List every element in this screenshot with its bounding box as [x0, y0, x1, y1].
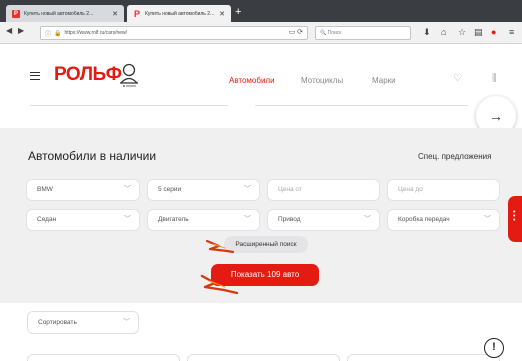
model-select-value: 5 серии — [158, 186, 182, 193]
drive-select-value: Привод — [278, 216, 301, 223]
browser-tab-title: Купить новый автомобиль 2... — [145, 10, 215, 17]
chevron-down-icon: ﹀ — [244, 186, 251, 193]
brand-select[interactable]: BMW ﹀ — [26, 179, 140, 201]
nav-brands[interactable]: Марки — [372, 76, 396, 85]
rolf-p-favicon-icon: P — [133, 8, 140, 19]
special-offers-link[interactable]: Спец. предложения — [418, 152, 491, 161]
price-to-input[interactable]: Цена до — [387, 179, 500, 201]
forward-icon[interactable]: ▶ — [18, 26, 24, 35]
model-select[interactable]: 5 серии ﹀ — [147, 179, 260, 201]
annotation-scribble-icon — [205, 239, 235, 254]
browser-tab-1[interactable]: Р Купить новый автомобиль 2... ✕ — [6, 5, 124, 22]
gearbox-select-value: Коробка передач — [398, 216, 450, 223]
browser-tab-title: Купить новый автомобиль 2... — [24, 10, 94, 17]
body-type-select[interactable]: Седан ﹀ — [26, 209, 140, 231]
gearbox-select[interactable]: Коробка передач ﹀ — [387, 209, 500, 231]
page-title: Автомобили в наличии — [28, 149, 157, 163]
car-card[interactable] — [27, 354, 180, 361]
browser-toolbar: ◀ ▶ ⓘ 🔒 https://www.rolf.ru/cars/new/ ▭ … — [0, 22, 522, 44]
annotation-scribble-icon — [200, 274, 239, 295]
advanced-search-button[interactable]: Расширенный поиск — [224, 236, 308, 253]
close-tab-icon[interactable]: ✕ — [219, 10, 225, 18]
sort-label: Сортировать — [38, 319, 77, 326]
hamburger-menu-icon[interactable] — [30, 72, 40, 80]
chevron-down-icon: ﹀ — [124, 186, 131, 193]
back-icon[interactable]: ◀ — [6, 26, 12, 35]
menu-icon[interactable]: ≡ — [509, 27, 514, 37]
body-type-value: Седан — [37, 216, 57, 223]
close-tab-icon[interactable]: ✕ — [112, 10, 118, 18]
side-chat-tab[interactable]: • • • — [508, 196, 522, 242]
browser-tab-2[interactable]: P Купить новый автомобиль 2... ✕ — [127, 5, 231, 22]
bookmark-star-icon[interactable]: ☆ — [458, 27, 466, 37]
chevron-down-icon: ﹀ — [124, 216, 131, 223]
bookmarks-library-icon[interactable]: ▤ — [474, 27, 483, 37]
url-bar[interactable]: ⓘ 🔒 https://www.rolf.ru/cars/new/ ▭ ⟳ — [40, 26, 308, 40]
sort-select[interactable]: Сортировать ﹀ — [27, 311, 139, 334]
rolf-person-emblem-icon — [120, 63, 138, 87]
car-card[interactable] — [187, 354, 340, 361]
chevron-down-icon: ﹀ — [364, 216, 371, 223]
favorites-heart-icon[interactable]: ♡ — [453, 73, 462, 84]
rolf-favicon-icon: Р — [12, 9, 20, 18]
chevron-down-icon: ﹀ — [244, 216, 251, 223]
search-input[interactable]: 🔍 Поиск — [315, 26, 411, 40]
price-to-placeholder: Цена до — [398, 186, 423, 193]
price-from-placeholder: Цена от — [278, 186, 302, 193]
info-circle-icon[interactable]: ⓘ — [45, 29, 51, 38]
browser-tab-bar: Р Купить новый автомобиль 2... ✕ P Купит… — [0, 0, 522, 22]
header-divider — [30, 105, 228, 106]
info-icon[interactable]: ! — [484, 338, 504, 358]
download-icon[interactable]: ⬇ — [423, 27, 431, 37]
vertical-dots-icon: • • • — [513, 209, 516, 224]
url-text: https://www.rolf.ru/cars/new/ — [64, 30, 128, 36]
chevron-down-icon: ﹀ — [123, 319, 130, 326]
compare-icon[interactable]: ⫼ — [492, 73, 497, 84]
brand-select-value: BMW — [37, 186, 53, 193]
nav-motorcycles[interactable]: Мотоциклы — [301, 76, 343, 85]
home-icon[interactable]: ⌂ — [441, 27, 446, 37]
drive-select[interactable]: Привод ﹀ — [267, 209, 380, 231]
engine-select[interactable]: Двигатель ﹀ — [147, 209, 260, 231]
search-placeholder: Поиск — [327, 30, 342, 36]
lock-icon: 🔒 — [54, 30, 62, 37]
reader-view-icon[interactable]: ▭ ⟳ — [289, 28, 303, 36]
rolf-logo[interactable]: РОЛЬФ — [54, 64, 122, 86]
extension-icon[interactable]: ● — [491, 27, 496, 37]
chevron-down-icon: ﹀ — [484, 216, 491, 223]
new-tab-icon[interactable]: + — [235, 6, 241, 18]
search-icon: 🔍 — [320, 30, 327, 36]
car-card[interactable] — [347, 354, 500, 361]
engine-select-value: Двигатель — [158, 216, 189, 223]
nav-cars[interactable]: Автомобили — [229, 76, 275, 85]
header-divider — [255, 105, 468, 106]
price-from-input[interactable]: Цена от — [267, 179, 380, 201]
